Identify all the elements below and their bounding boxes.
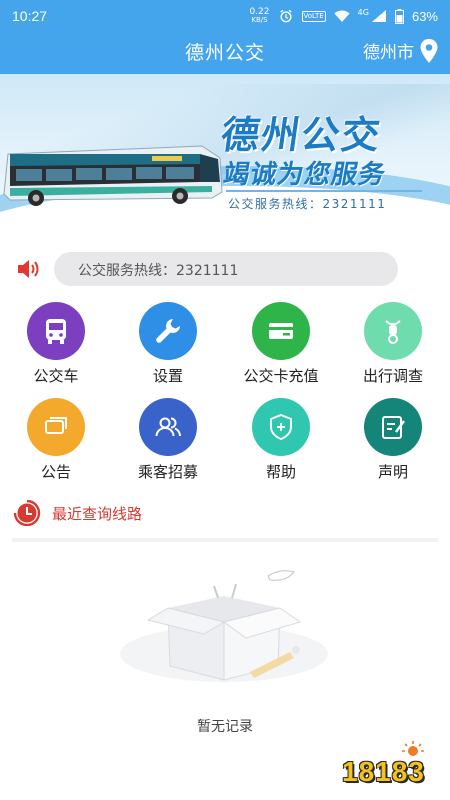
location-pin-icon <box>420 38 438 63</box>
wrench-icon <box>156 319 180 343</box>
menu-settings-label: 设置 <box>152 367 183 385</box>
menu-statement-label: 声明 <box>377 463 408 481</box>
alarm-icon <box>279 9 292 23</box>
note-icon <box>382 416 405 439</box>
volte-icon: VoLTE <box>301 10 326 22</box>
banner-title: 德州公交 <box>218 113 385 157</box>
wifi-icon <box>334 10 350 22</box>
battery-icon <box>394 8 404 24</box>
bike-icon <box>385 320 401 344</box>
status-time: 10:27 <box>12 8 48 24</box>
banner-divider <box>226 190 422 192</box>
menu-card-recharge-label: 公交卡充值 <box>243 367 319 385</box>
menu-travel-survey-circle <box>364 302 422 360</box>
shield-plus-icon <box>270 413 292 441</box>
menu-card-recharge-circle <box>252 302 310 360</box>
menu-statement[interactable]: 声明 <box>337 396 449 481</box>
network-speed-unit: KB/S <box>251 16 268 24</box>
notice-text: 公交服务热线：2321111 <box>78 263 239 279</box>
bus-illustration <box>3 145 223 206</box>
recent-routes-header: 最近查询线路 <box>12 500 142 526</box>
banner-hotline: 公交服务热线：2321111 <box>228 197 387 211</box>
card-icon <box>269 323 293 339</box>
menu-announcement[interactable]: 公告 <box>0 396 112 481</box>
clock-icon <box>13 500 41 526</box>
users-icon <box>155 417 182 437</box>
section-divider <box>12 538 438 542</box>
network-speed-value: 0.22 <box>249 7 270 17</box>
empty-box-illustration <box>120 570 328 682</box>
cell-signal-icon <box>371 10 386 22</box>
menu-settings[interactable]: 设置 <box>112 300 224 385</box>
menu-help-label: 帮助 <box>265 463 296 481</box>
bus-icon <box>46 319 66 344</box>
signal-type: 4G <box>357 7 369 17</box>
menu-passenger-recruit-label: 乘客招募 <box>137 463 198 481</box>
menu-announcement-circle <box>27 398 85 456</box>
menu-passenger-recruit[interactable]: 乘客招募 <box>112 396 224 481</box>
menu-bus-label: 公交车 <box>33 367 79 385</box>
menu-announcement-label: 公告 <box>40 463 71 481</box>
menu-statement-circle <box>364 398 422 456</box>
notice-bar[interactable]: 公交服务热线：2321111 <box>14 252 438 286</box>
menu-passenger-recruit-circle <box>139 398 197 456</box>
menu-help-circle <box>252 398 310 456</box>
menu-help[interactable]: 帮助 <box>225 396 337 481</box>
recent-routes-title: 最近查询线路 <box>52 504 143 523</box>
status-icons: 0.22 KB/S VoLTE 4G 63% <box>249 7 438 25</box>
watermark-logo: 18183 <box>334 740 440 792</box>
city-label: 德州市 <box>363 43 414 63</box>
menu-bus-circle <box>27 302 85 360</box>
battery-percent: 63% <box>411 8 438 24</box>
menu-travel-survey-label: 出行调查 <box>362 367 423 385</box>
menu-settings-circle <box>139 302 197 360</box>
watermark-text: 18183 <box>342 756 425 787</box>
menu-travel-survey[interactable]: 出行调查 <box>337 300 449 385</box>
banner-slogan: 竭诚为您服务 <box>220 160 389 190</box>
promo-banner[interactable]: 德州公交 竭诚为您服务 公交服务热线：2321111 <box>0 74 450 246</box>
notice-marquee: 公交服务热线：2321111 <box>54 252 398 286</box>
menu-bus[interactable]: 公交车 <box>0 300 112 385</box>
network-speed: 0.22 KB/S <box>249 7 270 25</box>
status-bar: 10:27 0.22 KB/S VoLTE 4G 63% <box>0 0 450 32</box>
chat-icon <box>45 417 67 434</box>
city-selector[interactable]: 德州市 <box>363 38 438 63</box>
menu-card-recharge[interactable]: 公交卡充值 <box>225 300 337 385</box>
app-header: 德州公交 德州市 <box>0 32 450 74</box>
speaker-icon <box>18 260 39 278</box>
empty-state-text: 暂无记录 <box>197 719 253 735</box>
